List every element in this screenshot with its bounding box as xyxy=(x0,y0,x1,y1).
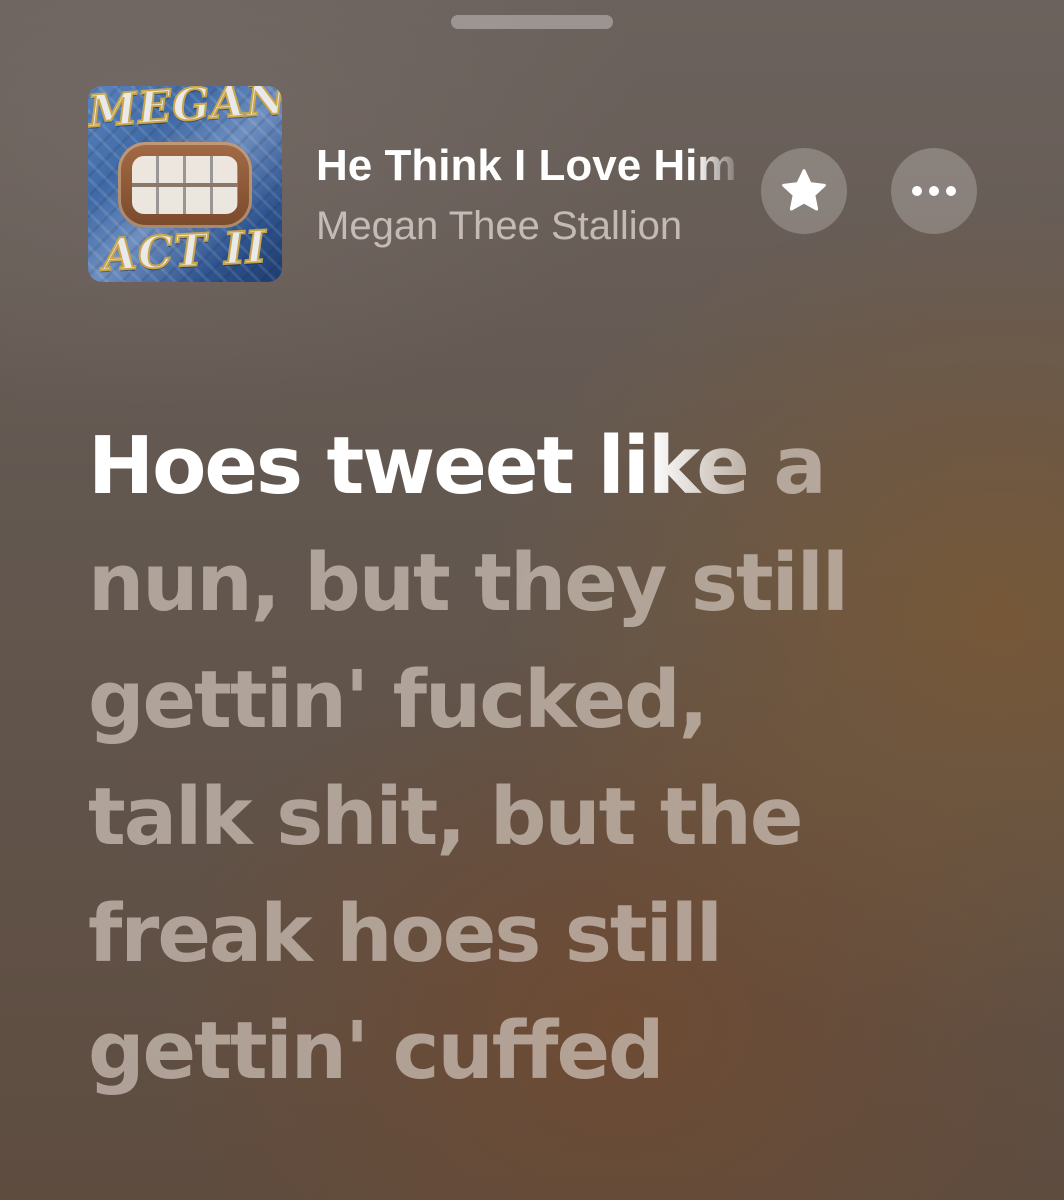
star-icon xyxy=(782,169,826,211)
ellipsis-dot xyxy=(912,186,922,196)
lyric-line[interactable]: freak hoes still xyxy=(88,876,1008,993)
lyric-line[interactable]: gettin' cuffed xyxy=(88,993,1008,1110)
artwork-lettering-bottom: ACT II xyxy=(101,221,270,282)
more-options-button[interactable] xyxy=(891,148,977,234)
lyric-unsung-text: ke a xyxy=(647,420,827,512)
song-title[interactable]: He Think I Love Him xyxy=(316,138,746,194)
lyric-line-active[interactable]: Hoes tweet like a xyxy=(88,408,1008,525)
sheet-grabber-handle[interactable] xyxy=(451,15,613,29)
ellipsis-dot xyxy=(946,186,956,196)
lyrics-view[interactable]: Hoes tweet like a nun, but they still ge… xyxy=(88,408,1008,1110)
album-artwork[interactable]: MEGAN ACT II xyxy=(88,86,282,282)
artwork-grill-teeth xyxy=(132,156,238,214)
artist-name[interactable]: Megan Thee Stallion xyxy=(316,200,746,252)
lyric-line[interactable]: gettin' fucked, xyxy=(88,642,1008,759)
ellipsis-dot xyxy=(929,186,939,196)
now-playing-header: MEGAN ACT II He Think I Love Him Megan T… xyxy=(88,86,988,282)
favorite-button[interactable] xyxy=(761,148,847,234)
ellipsis-icon xyxy=(912,186,956,196)
lyric-line[interactable]: talk shit, but the xyxy=(88,759,1008,876)
lyric-sung-text: Hoes tweet li xyxy=(88,420,650,512)
lyric-line[interactable]: nun, but they still xyxy=(88,525,1008,642)
